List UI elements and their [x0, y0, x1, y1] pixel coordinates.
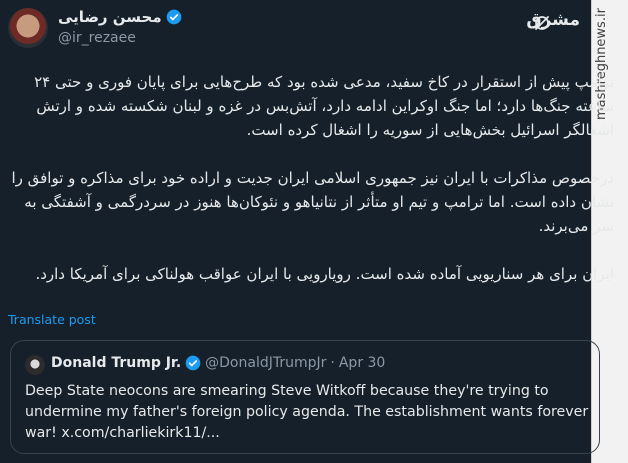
author-name-row: محسن رضایی	[58, 8, 182, 26]
verified-icon	[166, 9, 181, 25]
tweet-body: ترامپ پیش از استقرار در کاخ سفید، مدعی ش…	[8, 70, 614, 286]
tweet-paragraph-2: درخصوص مذاکرات با ایران نیز جمهوری اسلام…	[6, 169, 614, 235]
tweet-paragraph-3: ایران برای هر سناریویی آماده شده است. رو…	[35, 265, 614, 283]
quote-header: Donald Trump Jr. @DonaldJTrumpJr · Apr 3…	[51, 355, 385, 371]
quoted-tweet[interactable]: Donald Trump Jr. @DonaldJTrumpJr · Apr 3…	[10, 340, 600, 454]
tweet-header: محسن رضایی @ir_rezaee	[8, 8, 268, 58]
quote-author-handle: @DonaldJTrumpJr	[205, 355, 327, 371]
translate-post-link[interactable]: Translate post	[8, 312, 96, 327]
brand-logo: مشرق	[526, 10, 580, 30]
quote-author-name: Donald Trump Jr.	[51, 355, 182, 371]
author-avatar[interactable]	[8, 8, 48, 48]
author-handle[interactable]: @ir_rezaee	[58, 30, 136, 46]
quote-author-avatar	[25, 355, 45, 375]
author-name[interactable]: محسن رضایی	[58, 8, 162, 26]
quote-separator: ·	[330, 355, 335, 371]
verified-icon	[185, 355, 201, 371]
quote-date: Apr 30	[338, 355, 386, 371]
tweet-paragraph-1: ترامپ پیش از استقرار در کاخ سفید، مدعی ش…	[29, 73, 614, 139]
quote-text: Deep State neocons are smearing Steve Wi…	[25, 383, 589, 441]
